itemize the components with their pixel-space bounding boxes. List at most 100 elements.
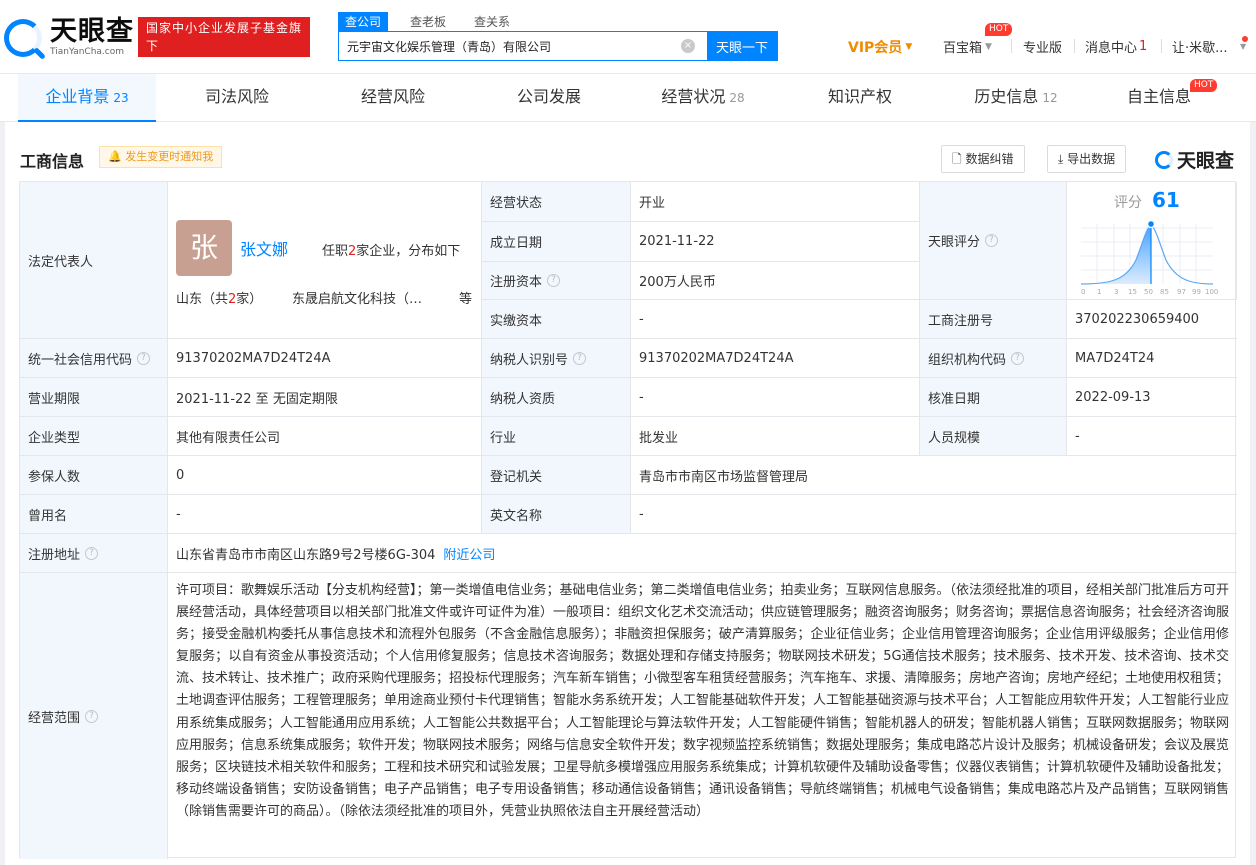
address-value: 山东省青岛市市南区山东路9号2号楼6G-304 附近公司 (168, 534, 1237, 573)
chevron-down-icon: ▼ (905, 42, 913, 52)
search-button[interactable]: 天眼一下 (707, 32, 777, 60)
search-input[interactable] (339, 32, 681, 60)
brand-watermark: 天眼查 (1155, 146, 1234, 173)
score-tick: 3 (1114, 288, 1118, 296)
term-label: 营业期限 (20, 378, 168, 417)
download-icon: ⤓ (1058, 152, 1064, 166)
score-tick: 0 (1081, 288, 1085, 296)
orgcode-label-text: 组织机构代码 (928, 352, 1007, 368)
export-data-button[interactable]: ⤓ 导出数据 (1047, 145, 1127, 173)
status-label: 经营状态 (482, 182, 631, 222)
region-prefix: 山东（共 (176, 292, 229, 307)
status-value: 开业 (631, 182, 920, 222)
tab-count: 28 (729, 91, 745, 105)
tab-operating-status[interactable]: 经营状况 28 (634, 74, 772, 122)
tab-judicial-risk[interactable]: 司法风险 (168, 74, 306, 122)
message-label: 消息中心 (1085, 41, 1138, 56)
banner-line-1: 国家中小企业发展子基金旗下 (146, 21, 303, 53)
search-box: × 天眼一下 (338, 31, 778, 61)
industry-label: 行业 (482, 417, 631, 456)
tax-qualification-label: 纳税人资质 (482, 378, 631, 417)
tab-history[interactable]: 历史信息 12 (947, 74, 1085, 122)
positions-prefix: 任职 (322, 244, 349, 259)
score-cell[interactable]: 评分 61 0 1 3 15 50 85 97 99 100 (1067, 182, 1237, 300)
search-tab-company[interactable]: 查公司 (338, 12, 389, 31)
notify-label: 发生变更时通知我 (125, 150, 214, 163)
search-type-tabs: 查公司 查老板 查关系 (338, 12, 532, 31)
avatar[interactable]: 张 (176, 220, 232, 276)
message-center[interactable]: 消息中心 1 (1085, 37, 1147, 56)
staff-size-label: 人员规模 (920, 417, 1067, 456)
score-label-text: 天眼评分 (928, 235, 981, 250)
tab-label: 经营风险 (360, 87, 425, 106)
score-tick: 50 (1144, 288, 1153, 296)
tab-operating-risk[interactable]: 经营风险 (324, 74, 462, 122)
found-date-value: 2021-11-22 (631, 222, 920, 262)
tab-count: 23 (113, 91, 129, 105)
pro-label: 专业版 (1023, 41, 1063, 56)
business-info-panel: 工商信息 🔔 发生变更时通知我 🗋 数据纠错 ⤓ 导出数据 天眼查 法定代表人 … (5, 122, 1250, 865)
score-tick: 100 (1205, 288, 1218, 296)
staff-size-value: - (1067, 417, 1237, 456)
logo-cn: 天眼查 (50, 16, 134, 47)
capital-value: 200万人民币 (631, 262, 920, 300)
hot-badge: HOT (1190, 79, 1218, 92)
regno-value: 370202230659400 (1067, 300, 1237, 339)
hot-badge: HOT (985, 23, 1013, 36)
score-tick: 1 (1097, 288, 1101, 296)
authority-value: 青岛市市南区市场监督管理局 (631, 456, 1237, 495)
tab-intellectual-property[interactable]: 知识产权 (791, 74, 929, 122)
taxid-label-text: 纳税人识别号 (490, 352, 569, 368)
pro-link[interactable]: 专业版 (1023, 37, 1062, 56)
address-label-text: 注册地址 (28, 547, 81, 563)
top-header: 天眼查 TianYanCha.com 国家中小企业发展子基金旗下 官方备案企业征… (0, 0, 1256, 74)
tab-company-development[interactable]: 公司发展 (480, 74, 618, 122)
toolbox-menu[interactable]: 百宝箱 ▼ (943, 37, 992, 56)
company-type-label: 企业类型 (20, 417, 168, 456)
vip-menu[interactable]: VIP会员 ▼ (848, 37, 912, 57)
former-name-label: 曾用名 (20, 495, 168, 534)
more-link[interactable]: 等 (459, 288, 472, 307)
scope-label-text: 经营范围 (28, 710, 81, 726)
related-company[interactable]: 东晟启航文化科技（… (292, 288, 422, 307)
legal-rep-cell: 张 张文娜 任职2家企业，分布如下 山东（共2家） 东晟启航文化科技（… 等 (168, 182, 482, 339)
data-correction-button[interactable]: 🗋 数据纠错 (941, 145, 1025, 173)
notify-change-button[interactable]: 🔔 发生变更时通知我 (99, 146, 223, 168)
brand-name: 天眼查 (1177, 150, 1235, 172)
positions-suffix: 家企业，分布如下 (356, 244, 461, 259)
english-name-value: - (631, 495, 1237, 534)
official-banner: 国家中小企业发展子基金旗下 官方备案企业征信机构 (138, 17, 310, 71)
tab-label: 司法风险 (204, 87, 269, 106)
credit-code-label: 统一社会信用代码? (20, 339, 168, 378)
capital-label-text: 注册资本 (490, 275, 543, 290)
chevron-down-icon: ▼ (985, 41, 992, 52)
help-icon[interactable]: ? (985, 234, 999, 247)
score-label: 天眼评分? (920, 182, 1067, 300)
help-icon[interactable]: ? (547, 274, 561, 287)
region-text: 山东（共2家） (176, 288, 262, 307)
site-logo[interactable]: 天眼查 TianYanCha.com (4, 18, 134, 57)
clear-icon[interactable]: × (681, 39, 695, 53)
legal-rep-label: 法定代表人 (20, 182, 168, 339)
help-icon[interactable]: ? (573, 351, 587, 365)
notification-dot (1242, 36, 1248, 42)
chevron-down-icon[interactable]: ▼ (1240, 42, 1246, 51)
logo-eye-icon (4, 18, 42, 57)
logo-eye-icon (1155, 150, 1173, 169)
search-tab-boss[interactable]: 查老板 (404, 12, 452, 31)
legal-rep-name[interactable]: 张文娜 (240, 236, 288, 260)
search-tab-relation[interactable]: 查关系 (468, 12, 516, 31)
score-tick: 97 (1177, 288, 1186, 296)
help-icon[interactable]: ? (1011, 351, 1025, 365)
user-menu[interactable]: 让·米歇... (1172, 37, 1228, 56)
approve-date-value: 2022-09-13 (1067, 378, 1237, 417)
help-icon[interactable]: ? (85, 546, 99, 560)
authority-label: 登记机关 (482, 456, 631, 495)
nearby-companies-link[interactable]: 附近公司 (443, 544, 495, 563)
document-icon: 🗋 (952, 152, 962, 166)
tab-company-background[interactable]: 企业背景 23 (18, 74, 156, 122)
help-icon[interactable]: ? (137, 351, 151, 365)
score-tick: 99 (1192, 288, 1201, 296)
help-icon[interactable]: ? (85, 709, 99, 723)
address-label: 注册地址? (20, 534, 168, 573)
